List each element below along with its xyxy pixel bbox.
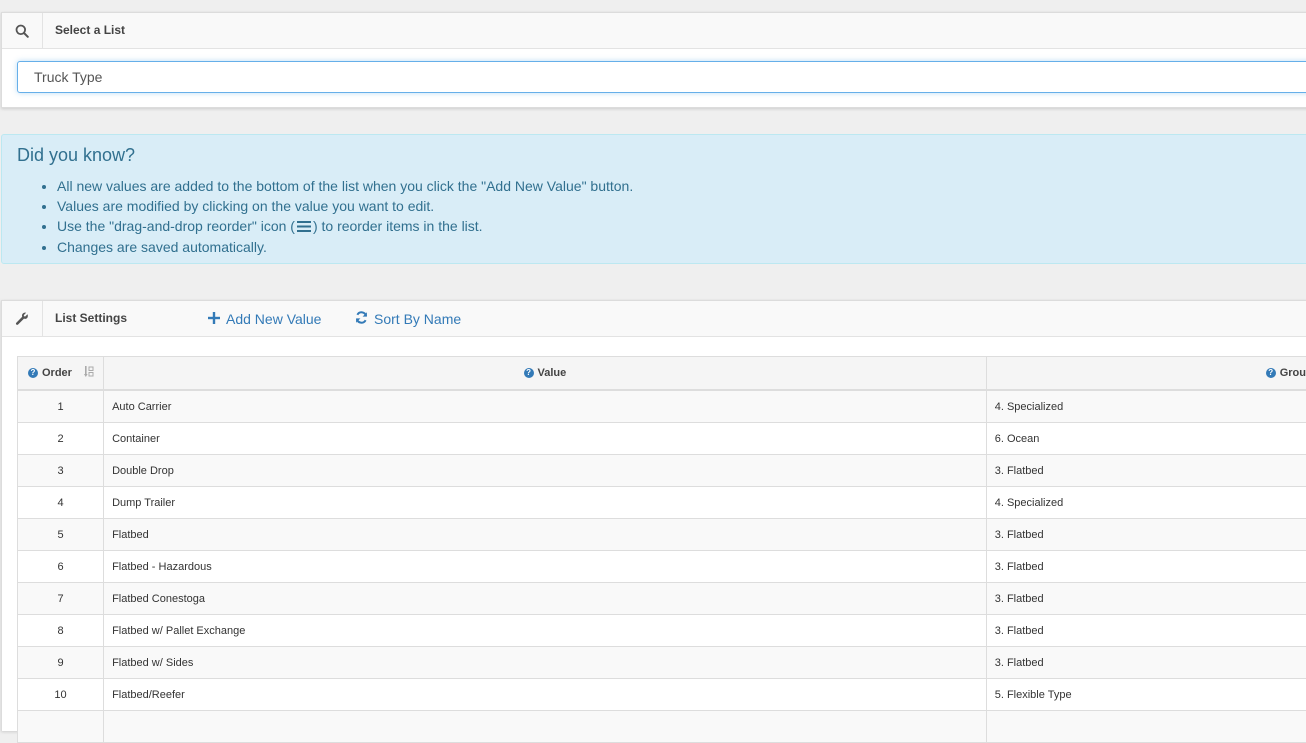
order-cell: 7 — [18, 583, 104, 615]
refresh-icon — [355, 301, 368, 337]
table-header-row: ? Order ? Value — [18, 357, 1306, 391]
did-you-know-title: Did you know? — [17, 145, 135, 166]
add-new-value-label: Add New Value — [226, 301, 321, 337]
value-cell[interactable]: Flatbed w/ Pallet Exchange — [104, 615, 987, 647]
tip-reorder-before: Use the "drag-and-drop reorder" icon ( — [57, 218, 295, 234]
sort-by-name-label: Sort By Name — [374, 301, 461, 337]
group-cell[interactable]: 3. Flatbed — [986, 583, 1306, 615]
order-cell: 5 — [18, 519, 104, 551]
order-cell: 2 — [18, 423, 104, 455]
group-cell[interactable]: 5. Flexible Type — [986, 679, 1306, 711]
value-cell[interactable]: Flatbed w/ Sides — [104, 647, 987, 679]
plus-icon — [208, 301, 220, 337]
list-settings-header: List Settings Add New Value Sort By Name — [2, 301, 1306, 337]
list-select-input[interactable] — [17, 61, 1306, 93]
order-cell: 8 — [18, 615, 104, 647]
value-cell[interactable] — [104, 711, 987, 743]
values-table-wrapper: ? Order ? Value — [17, 356, 1306, 743]
order-cell: 3 — [18, 455, 104, 487]
table-row[interactable] — [18, 711, 1306, 743]
table-row[interactable]: 9 Flatbed w/ Sides 3. Flatbed — [18, 647, 1306, 679]
table-row[interactable]: 6 Flatbed - Hazardous 3. Flatbed — [18, 551, 1306, 583]
group-cell[interactable]: 3. Flatbed — [986, 551, 1306, 583]
order-header-label: Order — [42, 367, 72, 379]
select-list-header: Select a List — [2, 13, 1306, 49]
help-icon[interactable]: ? — [1266, 368, 1276, 378]
order-column-header[interactable]: ? Order — [18, 357, 104, 391]
values-table: ? Order ? Value — [17, 356, 1306, 743]
order-cell: 6 — [18, 551, 104, 583]
order-cell: 1 — [18, 390, 104, 423]
order-cell: 4 — [18, 487, 104, 519]
table-row[interactable]: 3 Double Drop 3. Flatbed — [18, 455, 1306, 487]
drag-reorder-icon — [297, 217, 311, 237]
order-cell: 9 — [18, 647, 104, 679]
list-settings-title: List Settings — [55, 301, 127, 336]
value-cell[interactable]: Double Drop — [104, 455, 987, 487]
value-cell[interactable]: Flatbed — [104, 519, 987, 551]
table-row[interactable]: 2 Container 6. Ocean — [18, 423, 1306, 455]
group-cell[interactable] — [986, 711, 1306, 743]
group-column-header[interactable]: ? Grou — [986, 357, 1306, 391]
group-cell[interactable]: 3. Flatbed — [986, 455, 1306, 487]
table-row[interactable]: 8 Flatbed w/ Pallet Exchange 3. Flatbed — [18, 615, 1306, 647]
add-new-value-button[interactable]: Add New Value — [208, 301, 321, 337]
group-cell[interactable]: 3. Flatbed — [986, 615, 1306, 647]
group-cell[interactable]: 4. Specialized — [986, 390, 1306, 423]
order-cell: 10 — [18, 679, 104, 711]
tip-item-reorder: Use the "drag-and-drop reorder" icon ( ) … — [57, 216, 633, 237]
tips-list: All new values are added to the bottom o… — [17, 176, 633, 257]
help-icon[interactable]: ? — [524, 368, 534, 378]
table-row[interactable]: 4 Dump Trailer 4. Specialized — [18, 487, 1306, 519]
value-header-label: Value — [538, 367, 567, 379]
help-icon[interactable]: ? — [28, 368, 38, 378]
value-cell[interactable]: Auto Carrier — [104, 390, 987, 423]
group-cell[interactable]: 3. Flatbed — [986, 647, 1306, 679]
value-column-header[interactable]: ? Value — [104, 357, 987, 391]
group-cell[interactable]: 6. Ocean — [986, 423, 1306, 455]
tip-item: Changes are saved automatically. — [57, 237, 633, 257]
value-cell[interactable]: Container — [104, 423, 987, 455]
tip-item: All new values are added to the bottom o… — [57, 176, 633, 196]
table-row[interactable]: 10 Flatbed/Reefer 5. Flexible Type — [18, 679, 1306, 711]
group-header-label: Grou — [1280, 367, 1306, 379]
search-icon — [2, 13, 43, 48]
tip-item: Values are modified by clicking on the v… — [57, 196, 633, 216]
select-list-panel: Select a List — [1, 12, 1306, 108]
table-row[interactable]: 5 Flatbed 3. Flatbed — [18, 519, 1306, 551]
wrench-icon — [2, 301, 43, 336]
table-row[interactable]: 1 Auto Carrier 4. Specialized — [18, 390, 1306, 423]
value-cell[interactable]: Flatbed/Reefer — [104, 679, 987, 711]
table-row[interactable]: 7 Flatbed Conestoga 3. Flatbed — [18, 583, 1306, 615]
value-cell[interactable]: Dump Trailer — [104, 487, 987, 519]
value-cell[interactable]: Flatbed Conestoga — [104, 583, 987, 615]
select-list-title: Select a List — [55, 13, 125, 48]
did-you-know-box: Did you know? All new values are added t… — [1, 134, 1306, 264]
tip-reorder-after: ) to reorder items in the list. — [313, 218, 483, 234]
group-cell[interactable]: 3. Flatbed — [986, 519, 1306, 551]
sort-by-name-button[interactable]: Sort By Name — [355, 301, 461, 337]
sort-numeric-icon[interactable] — [84, 366, 94, 380]
order-cell — [18, 711, 104, 743]
list-settings-panel: List Settings Add New Value Sort By Name — [1, 300, 1306, 731]
group-cell[interactable]: 4. Specialized — [986, 487, 1306, 519]
value-cell[interactable]: Flatbed - Hazardous — [104, 551, 987, 583]
